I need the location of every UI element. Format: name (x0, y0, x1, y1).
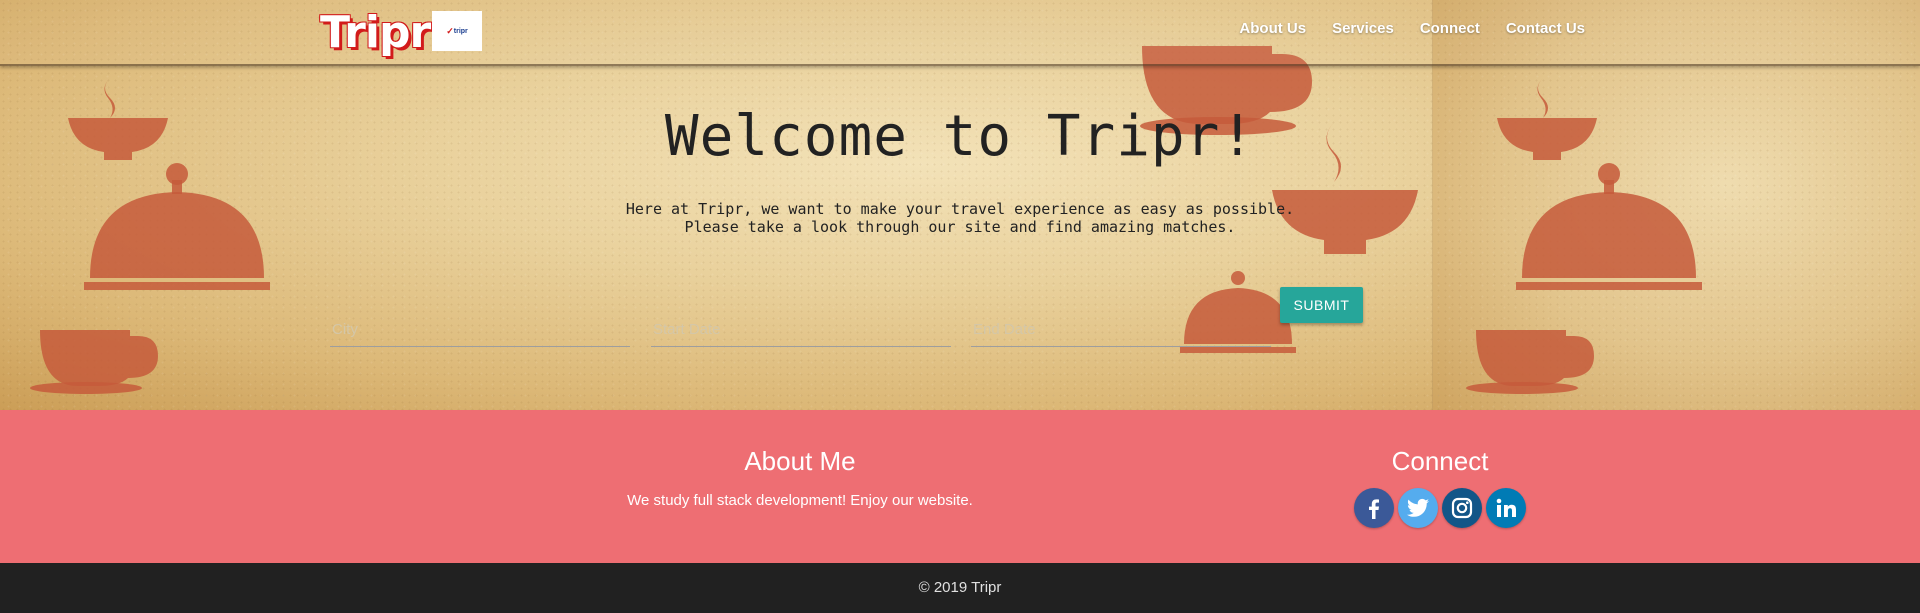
logo-swoosh-icon: ✓ (446, 25, 454, 36)
submit-button[interactable]: SUBMIT (1280, 287, 1363, 323)
end-date-input[interactable] (971, 312, 1271, 347)
about-text: We study full stack development! Enjoy o… (627, 492, 973, 509)
nav-link-contact-us[interactable]: Contact Us (1506, 20, 1585, 37)
nav-link-about-us[interactable]: About Us (1239, 20, 1306, 37)
footer: About Me We study full stack development… (0, 410, 1920, 563)
page-title: Welcome to Tripr! (664, 104, 1256, 169)
brand-logo-image[interactable]: ✓ tripr (432, 11, 482, 51)
nav-link-connect[interactable]: Connect (1420, 20, 1480, 37)
twitter-icon[interactable] (1398, 488, 1438, 528)
facebook-icon[interactable] (1354, 488, 1394, 528)
tagline-line-2: Please take a look through our site and … (684, 218, 1236, 236)
tagline: Here at Tripr, we want to make your trav… (0, 200, 1920, 236)
start-date-input[interactable] (651, 312, 951, 347)
nav-link-services[interactable]: Services (1332, 20, 1394, 37)
about-title: About Me (744, 446, 856, 476)
linkedin-icon[interactable] (1486, 488, 1526, 528)
nav-links: About Us Services Connect Contact Us (1239, 20, 1585, 37)
cup-icon (30, 330, 158, 394)
city-input[interactable] (330, 312, 630, 347)
cup-icon (1466, 330, 1594, 394)
instagram-icon[interactable] (1442, 488, 1482, 528)
copyright-bar: © 2019 Tripr (0, 563, 1920, 613)
brand-logo-text[interactable]: Tripr (320, 8, 431, 58)
hero-section: Tripr ✓ tripr About Us Services Connect … (0, 0, 1920, 410)
connect-title: Connect (1391, 446, 1489, 476)
logo-text: tripr (453, 27, 468, 35)
social-links (1354, 488, 1526, 528)
tagline-line-1: Here at Tripr, we want to make your trav… (625, 200, 1295, 218)
navbar: Tripr ✓ tripr About Us Services Connect … (0, 0, 1920, 66)
copyright-text: © 2019 Tripr (918, 579, 1002, 596)
